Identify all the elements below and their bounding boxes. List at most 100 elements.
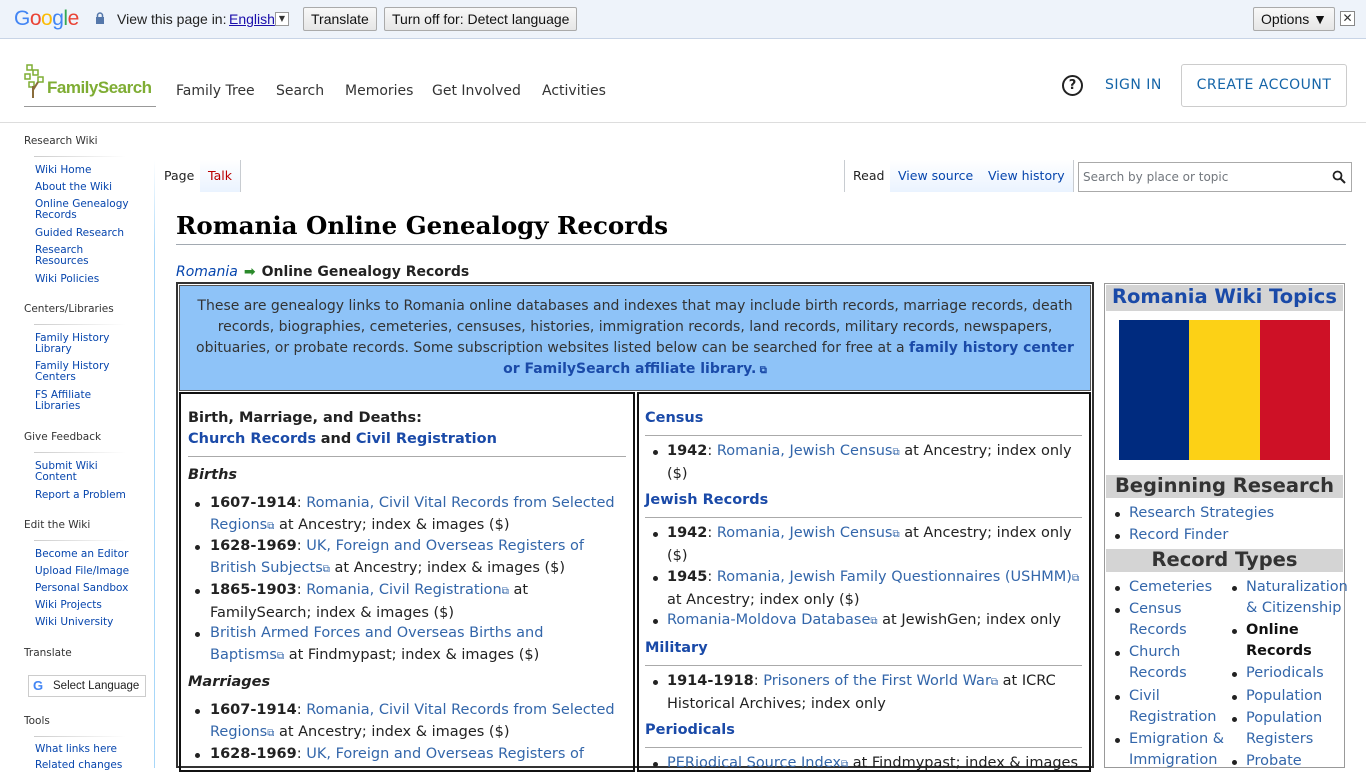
tab-page[interactable]: Page xyxy=(156,160,204,192)
familysearch-logo[interactable]: FamilySearch xyxy=(24,64,156,107)
record-link[interactable]: PERiodical Source Index⧉ xyxy=(667,755,848,771)
bullet xyxy=(1232,586,1237,591)
sidebar-item-projects[interactable]: Wiki Projects xyxy=(35,600,135,611)
sidebar-item-wiki-home[interactable]: Wiki Home xyxy=(35,165,135,176)
nav-memories[interactable]: Memories xyxy=(345,83,413,99)
civil-registration-link[interactable]: Civil Registration xyxy=(356,431,497,447)
census-heading[interactable]: Census xyxy=(645,408,703,430)
logo-text: FamilySearch xyxy=(47,78,152,97)
bullet xyxy=(1232,629,1237,634)
sidebar-item-sandbox[interactable]: Personal Sandbox xyxy=(35,583,135,594)
sidebar-item-university[interactable]: Wiki University xyxy=(35,617,135,628)
sidebar-item-research-resources[interactable]: Research Resources xyxy=(35,245,135,267)
create-account-button[interactable]: CREATE ACCOUNT xyxy=(1181,64,1347,107)
sidebar-item-wiki-policies[interactable]: Wiki Policies xyxy=(35,274,135,285)
sidebar-heading-translate: Translate xyxy=(24,647,72,659)
external-link-icon: ⧉ xyxy=(870,616,878,627)
turn-off-button[interactable]: Turn off for: Detect language xyxy=(384,7,578,31)
list-item: 1945: Romania, Jewish Family Questionnai… xyxy=(667,569,1080,608)
google-g-icon: G xyxy=(33,678,44,693)
wiki-topics-title[interactable]: Romania Wiki Topics xyxy=(1106,285,1343,311)
nav-get-involved[interactable]: Get Involved xyxy=(432,83,521,99)
record-link[interactable]: Romania, Jewish Census⧉ xyxy=(717,443,900,459)
periodicals-link[interactable]: Periodicals xyxy=(1246,663,1324,684)
select-language-label: Select Language xyxy=(53,680,140,692)
divider xyxy=(645,517,1082,518)
sidebar-heading-tools: Tools xyxy=(24,715,50,727)
bullet xyxy=(195,589,200,594)
list-item: PERiodical Source Index⧉ at Findmypast; … xyxy=(667,755,1079,771)
select-language-dropdown[interactable]: G Select Language xyxy=(28,675,146,697)
sidebar-item-guided-research[interactable]: Guided Research xyxy=(35,228,135,239)
church-records-link[interactable]: Church Records xyxy=(1129,642,1199,684)
language-select[interactable]: English xyxy=(229,11,275,27)
record-link[interactable]: Romania, Civil Registration⧉ xyxy=(306,582,509,598)
church-records-link[interactable]: Church Records xyxy=(188,431,316,447)
sign-in-link[interactable]: SIGN IN xyxy=(1105,77,1162,93)
census-records-link[interactable]: Census Records xyxy=(1129,599,1209,641)
record-link[interactable]: Romania, Jewish Family Questionnaires (U… xyxy=(717,569,1079,585)
search-icon[interactable] xyxy=(1332,170,1346,184)
probate-link[interactable]: Probate xyxy=(1246,751,1302,772)
list-item: 1942: Romania, Jewish Census⧉ at Ancestr… xyxy=(667,443,1072,482)
external-link-icon: ⧉ xyxy=(840,759,849,770)
population-registers-link[interactable]: Population Registers xyxy=(1246,708,1341,750)
sidebar-item-submit[interactable]: Submit Wiki Content xyxy=(35,461,135,483)
translate-button[interactable]: Translate xyxy=(303,7,377,31)
chevron-down-icon[interactable]: ▼ xyxy=(275,12,289,26)
list-item: 1607-1914: Romania, Civil Vital Records … xyxy=(210,495,615,533)
sidebar-item-related[interactable]: Related changes xyxy=(35,760,135,771)
record-finder-link[interactable]: Record Finder xyxy=(1129,525,1228,546)
breadcrumb-romania[interactable]: Romania xyxy=(176,264,238,280)
tab-read[interactable]: Read xyxy=(844,160,894,192)
bullet xyxy=(653,532,658,537)
periodicals-heading[interactable]: Periodicals xyxy=(645,720,735,742)
record-link[interactable]: Prisoners of the First World War⧉ xyxy=(763,673,998,689)
bullet xyxy=(195,753,200,758)
record-link[interactable]: UK, Foreign and Overseas Registers of xyxy=(306,746,584,762)
sidebar-item-report[interactable]: Report a Problem xyxy=(35,490,135,501)
options-button[interactable]: Options ▼ xyxy=(1253,7,1335,31)
bullet xyxy=(1115,534,1120,539)
emigration-link[interactable]: Emigration & Immigration xyxy=(1129,729,1229,771)
sidebar-heading-research-wiki: Research Wiki xyxy=(24,135,98,147)
divider xyxy=(34,540,126,541)
translate-bar: Google View this page in: English ▼ Tran… xyxy=(0,0,1366,39)
bullet xyxy=(1115,586,1120,591)
intro-box: These are genealogy links to Romania onl… xyxy=(179,285,1091,391)
tab-talk[interactable]: Talk xyxy=(200,160,241,192)
military-heading[interactable]: Military xyxy=(645,638,708,660)
nav-family-tree[interactable]: Family Tree xyxy=(176,83,255,99)
jewish-heading[interactable]: Jewish Records xyxy=(645,490,768,512)
sidebar-item-fhl[interactable]: Family History Library xyxy=(35,333,135,355)
external-link-icon: ⧉ xyxy=(892,529,900,540)
naturalization-link[interactable]: Naturalization & Citizenship xyxy=(1246,577,1348,619)
cemeteries-link[interactable]: Cemeteries xyxy=(1129,577,1224,598)
sidebar-item-affiliate[interactable]: FS Affiliate Libraries xyxy=(35,390,135,412)
sidebar-item-about[interactable]: About the Wiki xyxy=(35,182,135,193)
help-icon[interactable]: ? xyxy=(1062,75,1083,96)
nav-search[interactable]: Search xyxy=(276,83,324,99)
tab-view-history[interactable]: View history xyxy=(980,160,1074,192)
sidebar-item-what-links[interactable]: What links here xyxy=(35,744,135,755)
search-input[interactable]: Search by place or topic xyxy=(1078,162,1352,192)
list-item: 1628-1969: UK, Foreign and Overseas Regi… xyxy=(210,746,584,762)
close-icon[interactable]: ✕ xyxy=(1340,11,1355,26)
and-text: and xyxy=(320,431,352,447)
sidebar-item-fhc[interactable]: Family History Centers xyxy=(35,361,135,383)
civil-registration-link[interactable]: Civil Registration xyxy=(1129,686,1229,728)
bullet xyxy=(653,619,658,624)
record-link[interactable]: Romania-Moldova Database⧉ xyxy=(667,612,878,628)
external-link-icon: ⧉ xyxy=(1071,573,1080,584)
tab-view-source[interactable]: View source xyxy=(890,160,983,192)
sidebar-item-upload[interactable]: Upload File/Image xyxy=(35,566,135,577)
bullet xyxy=(195,502,200,507)
sidebar-item-online-records[interactable]: Online Genealogy Records xyxy=(35,199,135,221)
research-strategies-link[interactable]: Research Strategies xyxy=(1129,503,1274,524)
population-link[interactable]: Population xyxy=(1246,686,1322,707)
page-title: Romania Online Genealogy Records xyxy=(176,211,669,240)
bullet xyxy=(1115,608,1120,613)
record-link[interactable]: Romania, Jewish Census⧉ xyxy=(717,525,900,541)
nav-activities[interactable]: Activities xyxy=(542,83,606,99)
sidebar-item-become-editor[interactable]: Become an Editor xyxy=(35,549,135,560)
